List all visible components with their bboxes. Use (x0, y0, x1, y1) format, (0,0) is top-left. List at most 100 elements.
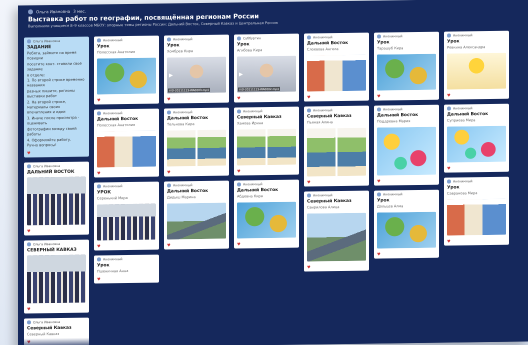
post-author-name: Анонимный (313, 193, 333, 198)
heart-icon[interactable]: ♥ (167, 96, 171, 101)
heart-icon[interactable]: ♥ (237, 95, 241, 100)
heart-icon[interactable]: ♥ (97, 170, 101, 175)
post-card[interactable]: Анонимный Дальний Восток Поддревна Мария ♥ (374, 104, 439, 186)
post-card[interactable]: Анонимный УРОК Серенький Мира ♥ (94, 181, 159, 251)
post-video[interactable]: VID-20211123-WA0003.mp4 (167, 56, 226, 94)
heart-icon[interactable]: ♥ (97, 243, 101, 248)
post-reactions: ♥ (304, 263, 369, 272)
post-reactions: ♥ (374, 92, 439, 101)
heart-icon[interactable]: ♥ (377, 178, 381, 183)
post-reactions: ♥ (24, 305, 89, 314)
avatar (237, 182, 241, 187)
post-subtitle: Свирилова Алица (307, 205, 340, 210)
post-image[interactable] (237, 201, 296, 239)
post-author-name: Анонимный (313, 108, 333, 113)
avatar (27, 320, 31, 325)
post-card[interactable]: Ольга Ивановна СЕВЕРНЫЙ КАВКАЗ ♥ (24, 239, 89, 314)
post-image[interactable] (27, 254, 86, 304)
post-image[interactable] (447, 198, 506, 236)
post-image[interactable] (447, 52, 506, 90)
heart-icon[interactable]: ♥ (97, 276, 101, 281)
heart-icon[interactable]: ♥ (377, 93, 381, 98)
post-author-name: Анонимный (173, 183, 193, 188)
post-author-name: Анонимный (313, 35, 333, 40)
avatar (447, 179, 451, 184)
post-card[interactable]: Анонимный Северный Кавказ Пьяная Алина ♥ (304, 105, 369, 187)
post-card[interactable]: Анонимный Урок Дольцев Алма ♥ (374, 189, 439, 259)
post-text-line: 1. По второй строке временно названия (27, 77, 85, 88)
board-column: Анонимный Урок Тарашуб Кира ♥ Анонимный Дальн… (374, 31, 439, 342)
avatar (167, 183, 171, 188)
post-card[interactable]: Анонимный Урок Пшеничная Анна ♥ (94, 254, 159, 284)
post-subtitle: Тарашуб Кира (377, 46, 404, 51)
heart-icon[interactable]: ♥ (27, 151, 31, 156)
play-icon[interactable] (169, 73, 173, 78)
avatar (28, 9, 33, 15)
post-image[interactable] (97, 203, 156, 241)
post-image[interactable] (27, 176, 86, 226)
post-card[interactable]: Анонимный Дальний Восток Дидыш Марина ♥ (164, 180, 229, 250)
post-card[interactable]: Анонимный Урок Хомбрев Кира VID-20211123-WA… (164, 34, 229, 104)
post-image[interactable] (97, 57, 156, 95)
heart-icon[interactable]: ♥ (307, 179, 311, 184)
post-author-name: Анонимный (453, 179, 473, 184)
post-video[interactable]: VID-20211123-WA0002.mp4 (237, 55, 296, 93)
board-column: Анонимный Урок Хомбрев Кира VID-20211123-WA… (164, 34, 229, 345)
post-image[interactable] (377, 126, 436, 176)
heart-icon[interactable]: ♥ (447, 239, 451, 244)
post-image[interactable] (447, 125, 506, 163)
post-card[interactable]: Ольга Ивановна ЗАДАНИЕ Ребята, займите на … (24, 36, 89, 158)
post-author-name: Ольга Ивановна (33, 320, 61, 325)
post-card[interactable]: Анонимный Дальний Восток Тельнова Кира ♥ (164, 107, 229, 177)
heart-icon[interactable]: ♥ (237, 241, 241, 246)
heart-icon[interactable]: ♥ (307, 264, 311, 269)
post-image[interactable] (237, 128, 296, 166)
heart-icon[interactable]: ♥ (27, 307, 31, 312)
post-card[interactable]: Анонимный Дальний Восток Слоевова Ангела ♥ (304, 32, 369, 102)
post-image[interactable] (167, 129, 226, 167)
post-card[interactable]: Ольга Ивановна ДАЛЬНИЙ ВОСТОК ♥ (24, 161, 89, 236)
avatar (97, 111, 101, 116)
post-image[interactable] (97, 130, 156, 168)
post-card[interactable]: Анонимный Урок Ревкина Александра ♥ (444, 30, 509, 100)
avatar (237, 109, 241, 114)
post-image[interactable] (377, 53, 436, 91)
post-image[interactable] (307, 54, 366, 92)
heart-icon[interactable]: ♥ (27, 229, 31, 234)
heart-icon[interactable]: ♥ (237, 168, 241, 173)
heart-icon[interactable]: ♥ (377, 251, 381, 256)
post-reactions: ♥ (234, 240, 299, 249)
post-subtitle: Агибова Кира (237, 48, 263, 53)
post-reactions: ♥ (24, 149, 89, 158)
play-icon[interactable] (239, 72, 243, 77)
post-image[interactable] (307, 212, 366, 262)
post-image[interactable] (307, 127, 366, 177)
post-subtitle: Хомбрев Кира (167, 49, 194, 54)
heart-icon[interactable]: ♥ (447, 166, 451, 171)
post-image[interactable] (377, 211, 436, 249)
post-card[interactable]: Анонимный Урок Полесская Анатолия ♥ (94, 35, 159, 105)
heart-icon[interactable]: ♥ (167, 242, 171, 247)
post-card[interactable]: Анонимный Северный Кавказ Свирилова Алица ♥ (304, 190, 369, 272)
post-subtitle: Хамова Ирина (237, 121, 264, 126)
post-card[interactable]: Анонимный Дальний Восток Абдевна Кира ♥ (234, 179, 299, 249)
post-author-name: Анонимный (173, 110, 193, 115)
post-reactions: ♥ (444, 91, 509, 100)
post-reactions: ♥ (304, 93, 369, 102)
board-column: Анонимный Урок Полесская Анатолия ♥ Анонимны… (94, 35, 159, 345)
heart-icon[interactable]: ♥ (97, 97, 101, 102)
heart-icon[interactable]: ♥ (307, 94, 311, 99)
post-subtitle: Ревкина Александра (447, 45, 486, 50)
post-image[interactable] (167, 202, 226, 240)
post-card[interactable]: Анонимный Урок Тарашуб Кира ♥ (374, 31, 439, 101)
post-card[interactable]: Анонимный Северный Кавказ Хамова Ирина ♥ (234, 106, 299, 176)
heart-icon[interactable]: ♥ (447, 93, 451, 98)
post-card[interactable]: Анонимный Дальний Восток Полесская Анатоли… (94, 108, 159, 178)
post-author-name: Анонимный (103, 38, 123, 43)
post-card[interactable]: Анонимный Дальний Восток Суприева Мира ♥ (444, 103, 509, 173)
avatar (377, 107, 381, 112)
avatar (447, 33, 451, 38)
post-card[interactable]: Анонимный Урок Савранова Мира ♥ (444, 176, 509, 246)
heart-icon[interactable]: ♥ (167, 169, 171, 174)
post-card[interactable]: Суббуртин Урок Агибова Кира VID-20211123-WA… (234, 33, 299, 103)
